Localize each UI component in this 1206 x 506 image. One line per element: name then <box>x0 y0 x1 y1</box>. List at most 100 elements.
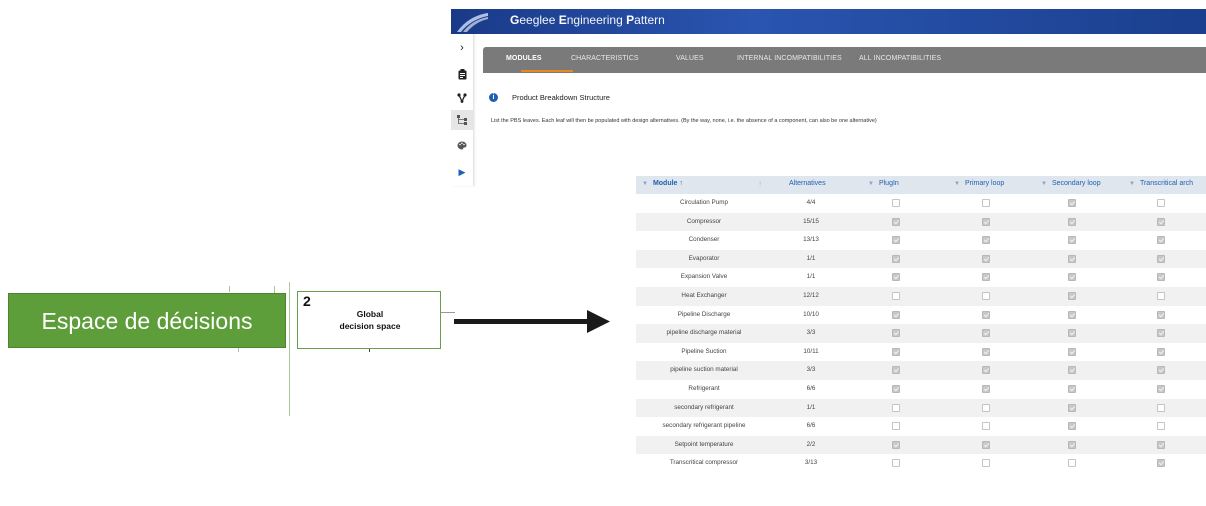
trans-checkbox[interactable] <box>1157 347 1165 356</box>
trans-checkbox[interactable] <box>1157 217 1165 226</box>
primary-checkbox[interactable] <box>982 273 990 282</box>
secondary-checkbox[interactable] <box>1068 366 1076 375</box>
column-header-primary-loop[interactable]: ▼ Primary loop <box>954 180 1004 187</box>
plugin-checkbox[interactable] <box>892 422 900 431</box>
secondary-checkbox[interactable] <box>1068 403 1076 412</box>
filter-icon[interactable]: ▼ <box>954 181 960 187</box>
trans-checkbox[interactable] <box>1157 440 1165 449</box>
table-row[interactable]: Refrigerant 6/6 <box>636 380 1206 399</box>
primary-checkbox[interactable] <box>982 403 990 412</box>
plugin-checkbox[interactable] <box>892 217 900 226</box>
primary-checkbox[interactable] <box>982 459 990 468</box>
filter-icon[interactable]: ▼ <box>868 181 874 187</box>
column-header-alternatives[interactable]: Alternatives <box>789 180 826 187</box>
plugin-checkbox[interactable] <box>892 347 900 356</box>
plugin-checkbox[interactable] <box>892 459 900 468</box>
secondary-checkbox[interactable] <box>1068 329 1076 338</box>
plugin-checkbox[interactable] <box>892 384 900 393</box>
secondary-checkbox[interactable] <box>1068 347 1076 356</box>
trans-checkbox[interactable] <box>1157 273 1165 282</box>
plugin-checkbox[interactable] <box>892 236 900 245</box>
primary-checkbox[interactable] <box>982 366 990 375</box>
tab-characteristics[interactable]: CHARACTERISTICS <box>571 55 639 62</box>
trans-checkbox[interactable] <box>1157 384 1165 393</box>
chevron-right-icon[interactable]: › <box>451 38 473 58</box>
primary-checkbox[interactable] <box>982 329 990 338</box>
column-header-plugin[interactable]: ▼ PlugIn <box>868 180 899 187</box>
trans-checkbox[interactable] <box>1157 459 1165 468</box>
table-row[interactable]: Expansion Valve 1/1 <box>636 268 1206 287</box>
clipboard-icon[interactable] <box>451 64 473 84</box>
trans-checkbox[interactable] <box>1157 422 1165 431</box>
primary-checkbox[interactable] <box>982 347 990 356</box>
table-row[interactable]: Transcritical compressor 3/13 <box>636 454 1206 473</box>
secondary-checkbox[interactable] <box>1068 291 1076 300</box>
trans-checkbox[interactable] <box>1157 291 1165 300</box>
primary-checkbox[interactable] <box>982 291 990 300</box>
secondary-checkbox[interactable] <box>1068 199 1076 207</box>
play-icon[interactable]: ▶ <box>451 162 473 182</box>
primary-checkbox[interactable] <box>982 199 990 207</box>
table-row[interactable]: Pipeline Discharge 10/10 <box>636 306 1206 325</box>
tab-all-incompatibilities[interactable]: ALL INCOMPATIBILITIES <box>859 55 941 62</box>
palette-icon[interactable] <box>451 135 473 155</box>
primary-checkbox[interactable] <box>982 217 990 226</box>
table-row[interactable]: Condenser 13/13 <box>636 231 1206 250</box>
primary-checkbox[interactable] <box>982 254 990 263</box>
primary-checkbox[interactable] <box>982 310 990 319</box>
filter-icon[interactable]: ▼ <box>1041 181 1047 187</box>
plugin-checkbox[interactable] <box>892 366 900 375</box>
primary-checkbox[interactable] <box>982 236 990 245</box>
table-row[interactable]: Circulation Pump 4/4 <box>636 194 1206 213</box>
plugin-checkbox[interactable] <box>892 254 900 263</box>
trans-checkbox[interactable] <box>1157 310 1165 319</box>
secondary-checkbox[interactable] <box>1068 384 1076 393</box>
secondary-checkbox[interactable] <box>1068 422 1076 431</box>
column-header-secondary-loop[interactable]: ▼ Secondary loop <box>1041 180 1101 187</box>
plugin-checkbox[interactable] <box>892 291 900 300</box>
fork-icon[interactable] <box>451 88 473 108</box>
plugin-checkbox[interactable] <box>892 273 900 282</box>
tab-modules[interactable]: MODULES <box>506 55 542 62</box>
filter-icon[interactable]: ▼ <box>642 181 648 187</box>
tab-values[interactable]: VALUES <box>676 55 704 62</box>
tree-structure-icon[interactable] <box>451 110 473 130</box>
plugin-checkbox[interactable] <box>892 329 900 338</box>
secondary-checkbox[interactable] <box>1068 459 1076 468</box>
app-title: Geeglee Engineering Pattern <box>510 13 665 27</box>
column-header-transcritical[interactable]: ▼ Transcritical arch <box>1129 180 1193 187</box>
plugin-checkbox[interactable] <box>892 403 900 412</box>
plugin-checkbox[interactable] <box>892 199 900 207</box>
secondary-checkbox[interactable] <box>1068 310 1076 319</box>
secondary-checkbox[interactable] <box>1068 273 1076 282</box>
trans-checkbox[interactable] <box>1157 199 1165 207</box>
plugin-checkbox[interactable] <box>892 310 900 319</box>
table-row[interactable]: Compressor 15/15 <box>636 212 1206 232</box>
trans-checkbox[interactable] <box>1157 366 1165 375</box>
table-row[interactable]: pipeline discharge material 3/3 <box>636 324 1206 343</box>
alternatives-cell: 6/6 <box>806 384 816 392</box>
column-header-module[interactable]: ▼ Module ↑ <box>642 180 683 187</box>
table-row[interactable]: secondary refrigerant 1/1 <box>636 398 1206 418</box>
secondary-checkbox[interactable] <box>1068 217 1076 226</box>
column-menu-icon[interactable]: ⁝ <box>759 180 761 188</box>
table-row[interactable]: Pipeline Suction 10/11 <box>636 343 1206 362</box>
trans-checkbox[interactable] <box>1157 329 1165 338</box>
primary-checkbox[interactable] <box>982 422 990 431</box>
table-row[interactable]: secondary refrigerant pipeline 6/6 <box>636 417 1206 436</box>
table-row[interactable]: pipeline suction material 3/3 <box>636 361 1206 380</box>
plugin-checkbox[interactable] <box>892 440 900 449</box>
secondary-checkbox[interactable] <box>1068 254 1076 263</box>
primary-checkbox[interactable] <box>982 440 990 449</box>
secondary-checkbox[interactable] <box>1068 440 1076 449</box>
table-row[interactable]: Setpoint temperature 2/2 <box>636 435 1206 455</box>
table-row[interactable]: Heat Exchanger 12/12 <box>636 286 1206 306</box>
secondary-checkbox[interactable] <box>1068 236 1076 245</box>
primary-checkbox[interactable] <box>982 384 990 393</box>
trans-checkbox[interactable] <box>1157 403 1165 412</box>
filter-icon[interactable]: ▼ <box>1129 181 1135 187</box>
table-row[interactable]: Evaporator 1/1 <box>636 249 1206 269</box>
trans-checkbox[interactable] <box>1157 254 1165 263</box>
tab-internal-incompatibilities[interactable]: INTERNAL INCOMPATIBILITIES <box>737 55 842 62</box>
trans-checkbox[interactable] <box>1157 236 1165 245</box>
